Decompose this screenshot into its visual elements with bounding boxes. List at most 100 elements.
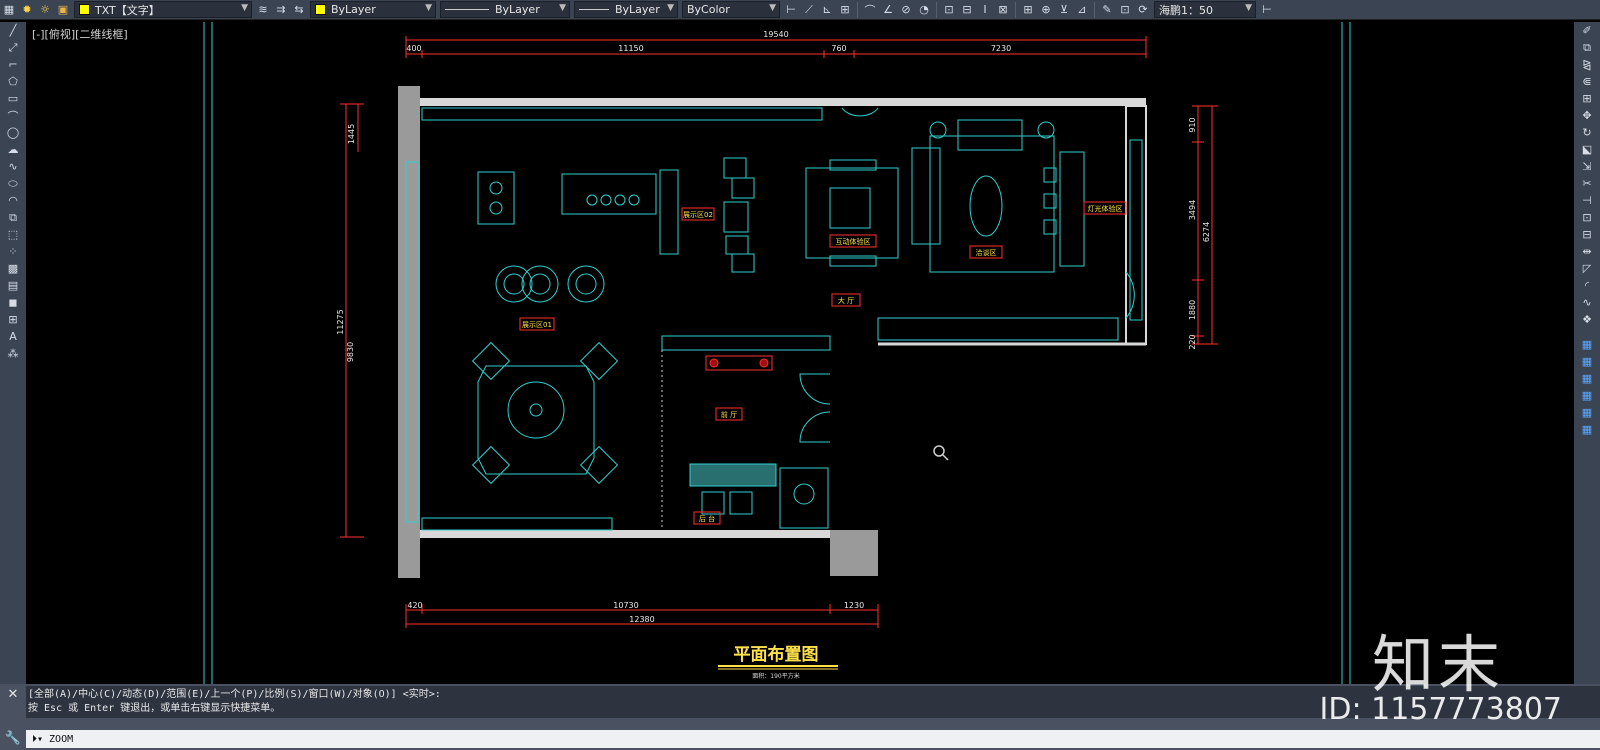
dim-top-total: 19540 xyxy=(763,30,788,39)
draw-order-front-icon[interactable]: ▦ xyxy=(1574,336,1600,353)
construction-line-icon[interactable]: ⤢ xyxy=(0,39,26,56)
hatch-icon[interactable]: ▩ xyxy=(0,260,26,277)
text-to-front-icon[interactable]: ▦ xyxy=(1574,404,1600,421)
drawing-title-block: 平面布置图 面积：190平方米 xyxy=(718,644,838,680)
chevron-down-icon: ▼ xyxy=(667,3,674,13)
dimension-break-icon[interactable]: ⊠ xyxy=(995,2,1011,18)
send-under-icon[interactable]: ▦ xyxy=(1574,387,1600,404)
extend-icon[interactable]: ⊣ xyxy=(1574,192,1600,209)
radius-dimension-icon[interactable]: ◔ xyxy=(916,2,932,18)
linear-dimension-icon[interactable]: ⊢ xyxy=(783,2,799,18)
hatch-to-back-icon[interactable]: ▦ xyxy=(1574,421,1600,438)
multiline-text-icon[interactable]: A xyxy=(0,328,26,345)
dim-bottom-seg1: 420 xyxy=(407,601,422,610)
right-wall xyxy=(1125,105,1147,345)
break-icon[interactable]: ⊟ xyxy=(1574,226,1600,243)
layer-dropdown[interactable]: TXT【文字】 ▼ xyxy=(74,1,252,18)
inspect-icon[interactable]: ⊻ xyxy=(1056,2,1072,18)
explode-icon[interactable]: ❖ xyxy=(1574,311,1600,328)
quick-dimension-icon[interactable]: ⊡ xyxy=(941,2,957,18)
revision-cloud-icon[interactable]: ☁ xyxy=(0,141,26,158)
viewport-controls[interactable]: [-][俯视][二维线框] xyxy=(32,26,128,42)
blend-curves-icon[interactable]: ∿ xyxy=(1574,294,1600,311)
lightbulb-icon[interactable]: ✹ xyxy=(19,2,35,18)
offset-icon[interactable]: ⋐ xyxy=(1574,73,1600,90)
chamfer-icon[interactable]: ◸ xyxy=(1574,260,1600,277)
center-mark-icon[interactable]: ⊕ xyxy=(1038,2,1054,18)
aligned-dimension-icon[interactable]: ⟋ xyxy=(801,2,817,18)
dim-left-full: 11275 xyxy=(336,309,345,334)
draw-order-back-icon[interactable]: ▦ xyxy=(1574,353,1600,370)
rectangle-icon[interactable]: ▭ xyxy=(0,90,26,107)
rotate-icon[interactable]: ↻ xyxy=(1574,124,1600,141)
gradient-icon[interactable]: ▤ xyxy=(0,277,26,294)
chevron-down-icon: ▼ xyxy=(425,3,432,13)
erase-icon[interactable]: ✐ xyxy=(1574,22,1600,39)
polyline-icon[interactable]: ⌐ xyxy=(0,56,26,73)
plotstyle-dropdown[interactable]: ByColor ▼ xyxy=(682,1,780,18)
dimension-style-icon[interactable]: ⊢ xyxy=(1259,2,1275,18)
lineweight-dropdown[interactable]: ByLayer ▼ xyxy=(574,1,678,18)
scale-icon[interactable]: ⬕ xyxy=(1574,141,1600,158)
trim-icon[interactable]: ✂ xyxy=(1574,175,1600,192)
insert-block-icon[interactable]: ⧉ xyxy=(0,209,26,226)
model-space-canvas[interactable]: [-][俯视][二维线框] 19540 400 11150 760 7230 1… xyxy=(26,22,1574,684)
fillet-icon[interactable]: ◜ xyxy=(1574,277,1600,294)
update-dimension-icon[interactable]: ⟳ xyxy=(1135,2,1151,18)
command-input[interactable]: ZOOM xyxy=(49,734,73,745)
chevron-down-icon: ▼ xyxy=(769,3,776,13)
ordinate-dimension-icon[interactable]: ⊾ xyxy=(819,2,835,18)
line-icon[interactable]: ╱ xyxy=(0,22,26,39)
linetype-dropdown[interactable]: ByLayer ▼ xyxy=(440,1,570,18)
linetype-preview xyxy=(445,9,489,10)
region-icon[interactable]: ◼ xyxy=(0,294,26,311)
dimstyle-dropdown[interactable]: 海鹏1：50 ▼ xyxy=(1154,1,1256,18)
table-icon[interactable]: ⊞ xyxy=(0,311,26,328)
make-current-icon[interactable]: ≋ xyxy=(255,2,271,18)
tolerance-icon[interactable]: ⊞ xyxy=(1020,2,1036,18)
polygon-icon[interactable]: ⬠ xyxy=(0,73,26,90)
dimension-text-edit-icon[interactable]: ⊡ xyxy=(1117,2,1133,18)
ellipse-icon[interactable]: ⬭ xyxy=(0,175,26,192)
mirror-icon[interactable]: ⧎ xyxy=(1574,56,1600,73)
break-at-point-icon[interactable]: ⊡ xyxy=(1574,209,1600,226)
dimension-edit-icon[interactable]: ✎ xyxy=(1099,2,1115,18)
color-dropdown[interactable]: ByLayer ▼ xyxy=(310,1,436,18)
top-wall xyxy=(420,98,1146,106)
array-icon[interactable]: ⊞ xyxy=(1574,90,1600,107)
customize-icon[interactable]: 🔧 xyxy=(0,728,26,748)
match-layer-icon[interactable]: ⇉ xyxy=(273,2,289,18)
bottom-wall xyxy=(420,530,830,538)
layer-properties-icon[interactable]: ▦ xyxy=(1,2,17,18)
join-icon[interactable]: ⇹ xyxy=(1574,243,1600,260)
layer-lock-icon[interactable]: ▣ xyxy=(55,2,71,18)
diameter-dimension-icon[interactable]: ⊘ xyxy=(898,2,914,18)
stretch-icon[interactable]: ⇲ xyxy=(1574,158,1600,175)
layer-previous-icon[interactable]: ⇆ xyxy=(291,2,307,18)
arc-length-icon[interactable]: ⌒ xyxy=(862,2,878,18)
chevron-down-icon: ▼ xyxy=(1245,3,1252,13)
point-icon[interactable]: ⁘ xyxy=(0,243,26,260)
zoom-cursor-icon xyxy=(933,445,949,461)
close-icon[interactable]: ✕ xyxy=(0,684,26,704)
copy-icon[interactable]: ⧉ xyxy=(1574,39,1600,56)
counter-accents xyxy=(705,355,773,371)
make-block-icon[interactable]: ⬚ xyxy=(0,226,26,243)
spline-icon[interactable]: ∿ xyxy=(0,158,26,175)
command-prompt-icon[interactable]: ⏵▾ xyxy=(32,734,43,745)
add-selected-icon[interactable]: ⁂ xyxy=(0,345,26,362)
baseline-dimension-icon[interactable]: ⊞ xyxy=(837,2,853,18)
ellipse-arc-icon[interactable]: ◠ xyxy=(0,192,26,209)
arc-icon[interactable]: ⌒ xyxy=(0,107,26,124)
continue-dimension-icon[interactable]: ⊟ xyxy=(959,2,975,18)
command-input-row[interactable]: ⏵▾ ZOOM xyxy=(26,730,1600,748)
dimension-space-icon[interactable]: I xyxy=(977,2,993,18)
move-icon[interactable]: ✥ xyxy=(1574,107,1600,124)
sun-icon[interactable]: ☼ xyxy=(37,2,53,18)
bring-above-icon[interactable]: ▦ xyxy=(1574,370,1600,387)
angular-dimension-icon[interactable]: ∠ xyxy=(880,2,896,18)
dim-bottom-total: 12380 xyxy=(629,615,654,624)
jogged-linear-icon[interactable]: ⊿ xyxy=(1074,2,1090,18)
right-dimension-labels: 910 3494 1880 220 6274 xyxy=(1188,117,1211,349)
circle-icon[interactable]: ◯ xyxy=(0,124,26,141)
